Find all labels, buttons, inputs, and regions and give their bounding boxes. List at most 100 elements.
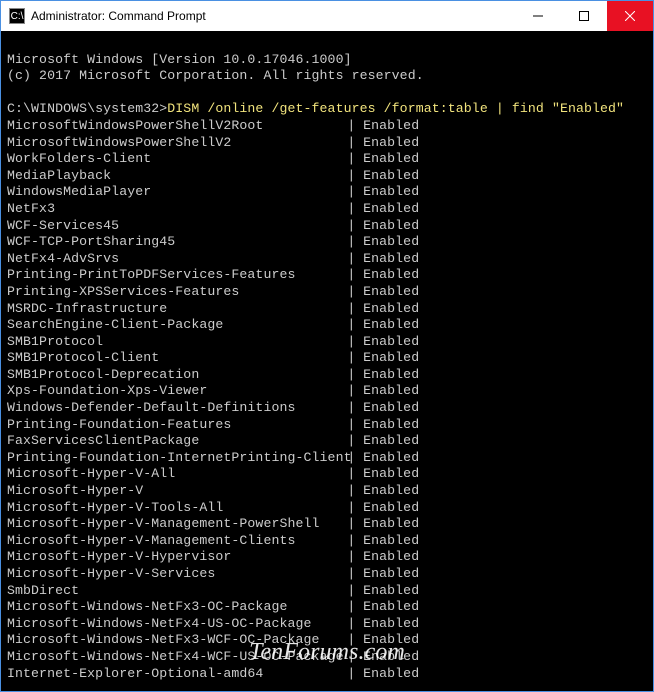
feature-row: SMB1Protocol | Enabled [7, 334, 647, 351]
feature-name: SMB1Protocol-Deprecation [7, 367, 339, 384]
minimize-button[interactable] [515, 1, 561, 31]
separator: | [339, 201, 363, 218]
separator: | [339, 632, 363, 649]
separator: | [339, 135, 363, 152]
feature-name: FaxServicesClientPackage [7, 433, 339, 450]
feature-status: Enabled [363, 234, 419, 251]
feature-row: SMB1Protocol-Deprecation | Enabled [7, 367, 647, 384]
feature-name: WindowsMediaPlayer [7, 184, 339, 201]
feature-row: Microsoft-Windows-NetFx3-WCF-OC-Package … [7, 632, 647, 649]
separator: | [339, 433, 363, 450]
feature-status: Enabled [363, 400, 419, 417]
feature-name: Microsoft-Windows-NetFx3-OC-Package [7, 599, 339, 616]
feature-name: SMB1Protocol [7, 334, 339, 351]
app-icon: C:\ [9, 8, 25, 24]
feature-row: WorkFolders-Client | Enabled [7, 151, 647, 168]
feature-name: NetFx4-AdvSrvs [7, 251, 339, 268]
header-line-2: (c) 2017 Microsoft Corporation. All righ… [7, 68, 424, 83]
feature-status: Enabled [363, 500, 419, 517]
feature-row: Printing-PrintToPDFServices-Features | E… [7, 267, 647, 284]
separator: | [339, 500, 363, 517]
feature-row: WCF-Services45 | Enabled [7, 218, 647, 235]
window-title: Administrator: Command Prompt [31, 9, 515, 23]
feature-name: Microsoft-Windows-NetFx4-WCF-US-OC-Packa… [7, 649, 339, 666]
feature-row: WCF-TCP-PortSharing45 | Enabled [7, 234, 647, 251]
separator: | [339, 118, 363, 135]
separator: | [339, 267, 363, 284]
separator: | [339, 234, 363, 251]
separator: | [339, 549, 363, 566]
feature-row: MediaPlayback | Enabled [7, 168, 647, 185]
feature-name: MicrosoftWindowsPowerShellV2 [7, 135, 339, 152]
feature-name: Microsoft-Hyper-V-Management-PowerShell [7, 516, 339, 533]
feature-status: Enabled [363, 516, 419, 533]
prompt: C:\WINDOWS\system32> [7, 101, 167, 116]
feature-name: WCF-TCP-PortSharing45 [7, 234, 339, 251]
feature-status: Enabled [363, 632, 419, 649]
separator: | [339, 450, 363, 467]
feature-row: MSRDC-Infrastructure | Enabled [7, 301, 647, 318]
feature-row: Microsoft-Hyper-V-All | Enabled [7, 466, 647, 483]
feature-name: Windows-Defender-Default-Definitions [7, 400, 339, 417]
separator: | [339, 317, 363, 334]
feature-name: Microsoft-Windows-NetFx4-US-OC-Package [7, 616, 339, 633]
feature-name: WCF-Services45 [7, 218, 339, 235]
feature-row: Printing-Foundation-InternetPrinting-Cli… [7, 450, 647, 467]
feature-name: MSRDC-Infrastructure [7, 301, 339, 318]
separator: | [339, 466, 363, 483]
feature-row: SearchEngine-Client-Package | Enabled [7, 317, 647, 334]
feature-status: Enabled [363, 450, 419, 467]
feature-row: WindowsMediaPlayer | Enabled [7, 184, 647, 201]
feature-row: Microsoft-Hyper-V | Enabled [7, 483, 647, 500]
feature-status: Enabled [363, 417, 419, 434]
feature-name: Microsoft-Hyper-V-Tools-All [7, 500, 339, 517]
separator: | [339, 184, 363, 201]
feature-status: Enabled [363, 549, 419, 566]
feature-row: Microsoft-Hyper-V-Management-PowerShell … [7, 516, 647, 533]
feature-name: Microsoft-Hyper-V-All [7, 466, 339, 483]
feature-status: Enabled [363, 168, 419, 185]
feature-status: Enabled [363, 201, 419, 218]
feature-row: NetFx4-AdvSrvs | Enabled [7, 251, 647, 268]
separator: | [339, 334, 363, 351]
separator: | [339, 666, 363, 683]
feature-status: Enabled [363, 583, 419, 600]
minimize-icon [533, 11, 543, 21]
separator: | [339, 218, 363, 235]
close-icon [625, 11, 635, 21]
feature-status: Enabled [363, 616, 419, 633]
feature-row: SmbDirect | Enabled [7, 583, 647, 600]
feature-row: Internet-Explorer-Optional-amd64 | Enabl… [7, 666, 647, 683]
terminal-output[interactable]: Microsoft Windows [Version 10.0.17046.10… [1, 31, 653, 691]
close-button[interactable] [607, 1, 653, 31]
feature-status: Enabled [363, 135, 419, 152]
window-controls [515, 1, 653, 31]
separator: | [339, 583, 363, 600]
feature-row: Microsoft-Windows-NetFx4-WCF-US-OC-Packa… [7, 649, 647, 666]
feature-name: Printing-Foundation-InternetPrinting-Cli… [7, 450, 339, 467]
command-text: DISM /online /get-features /format:table… [167, 101, 624, 116]
feature-name: Microsoft-Hyper-V [7, 483, 339, 500]
titlebar[interactable]: C:\ Administrator: Command Prompt [1, 1, 653, 31]
feature-name: Internet-Explorer-Optional-amd64 [7, 666, 339, 683]
separator: | [339, 400, 363, 417]
feature-row: Microsoft-Windows-NetFx3-OC-Package | En… [7, 599, 647, 616]
maximize-button[interactable] [561, 1, 607, 31]
feature-row: Microsoft-Windows-NetFx4-US-OC-Package |… [7, 616, 647, 633]
feature-name: Printing-XPSServices-Features [7, 284, 339, 301]
separator: | [339, 516, 363, 533]
feature-status: Enabled [363, 284, 419, 301]
feature-status: Enabled [363, 184, 419, 201]
separator: | [339, 350, 363, 367]
maximize-icon [579, 11, 589, 21]
separator: | [339, 483, 363, 500]
separator: | [339, 301, 363, 318]
feature-status: Enabled [363, 301, 419, 318]
feature-row: MicrosoftWindowsPowerShellV2 | Enabled [7, 135, 647, 152]
feature-row: Microsoft-Hyper-V-Services | Enabled [7, 566, 647, 583]
feature-name: MicrosoftWindowsPowerShellV2Root [7, 118, 339, 135]
separator: | [339, 251, 363, 268]
feature-name: Microsoft-Hyper-V-Management-Clients [7, 533, 339, 550]
separator: | [339, 151, 363, 168]
feature-name: SMB1Protocol-Client [7, 350, 339, 367]
